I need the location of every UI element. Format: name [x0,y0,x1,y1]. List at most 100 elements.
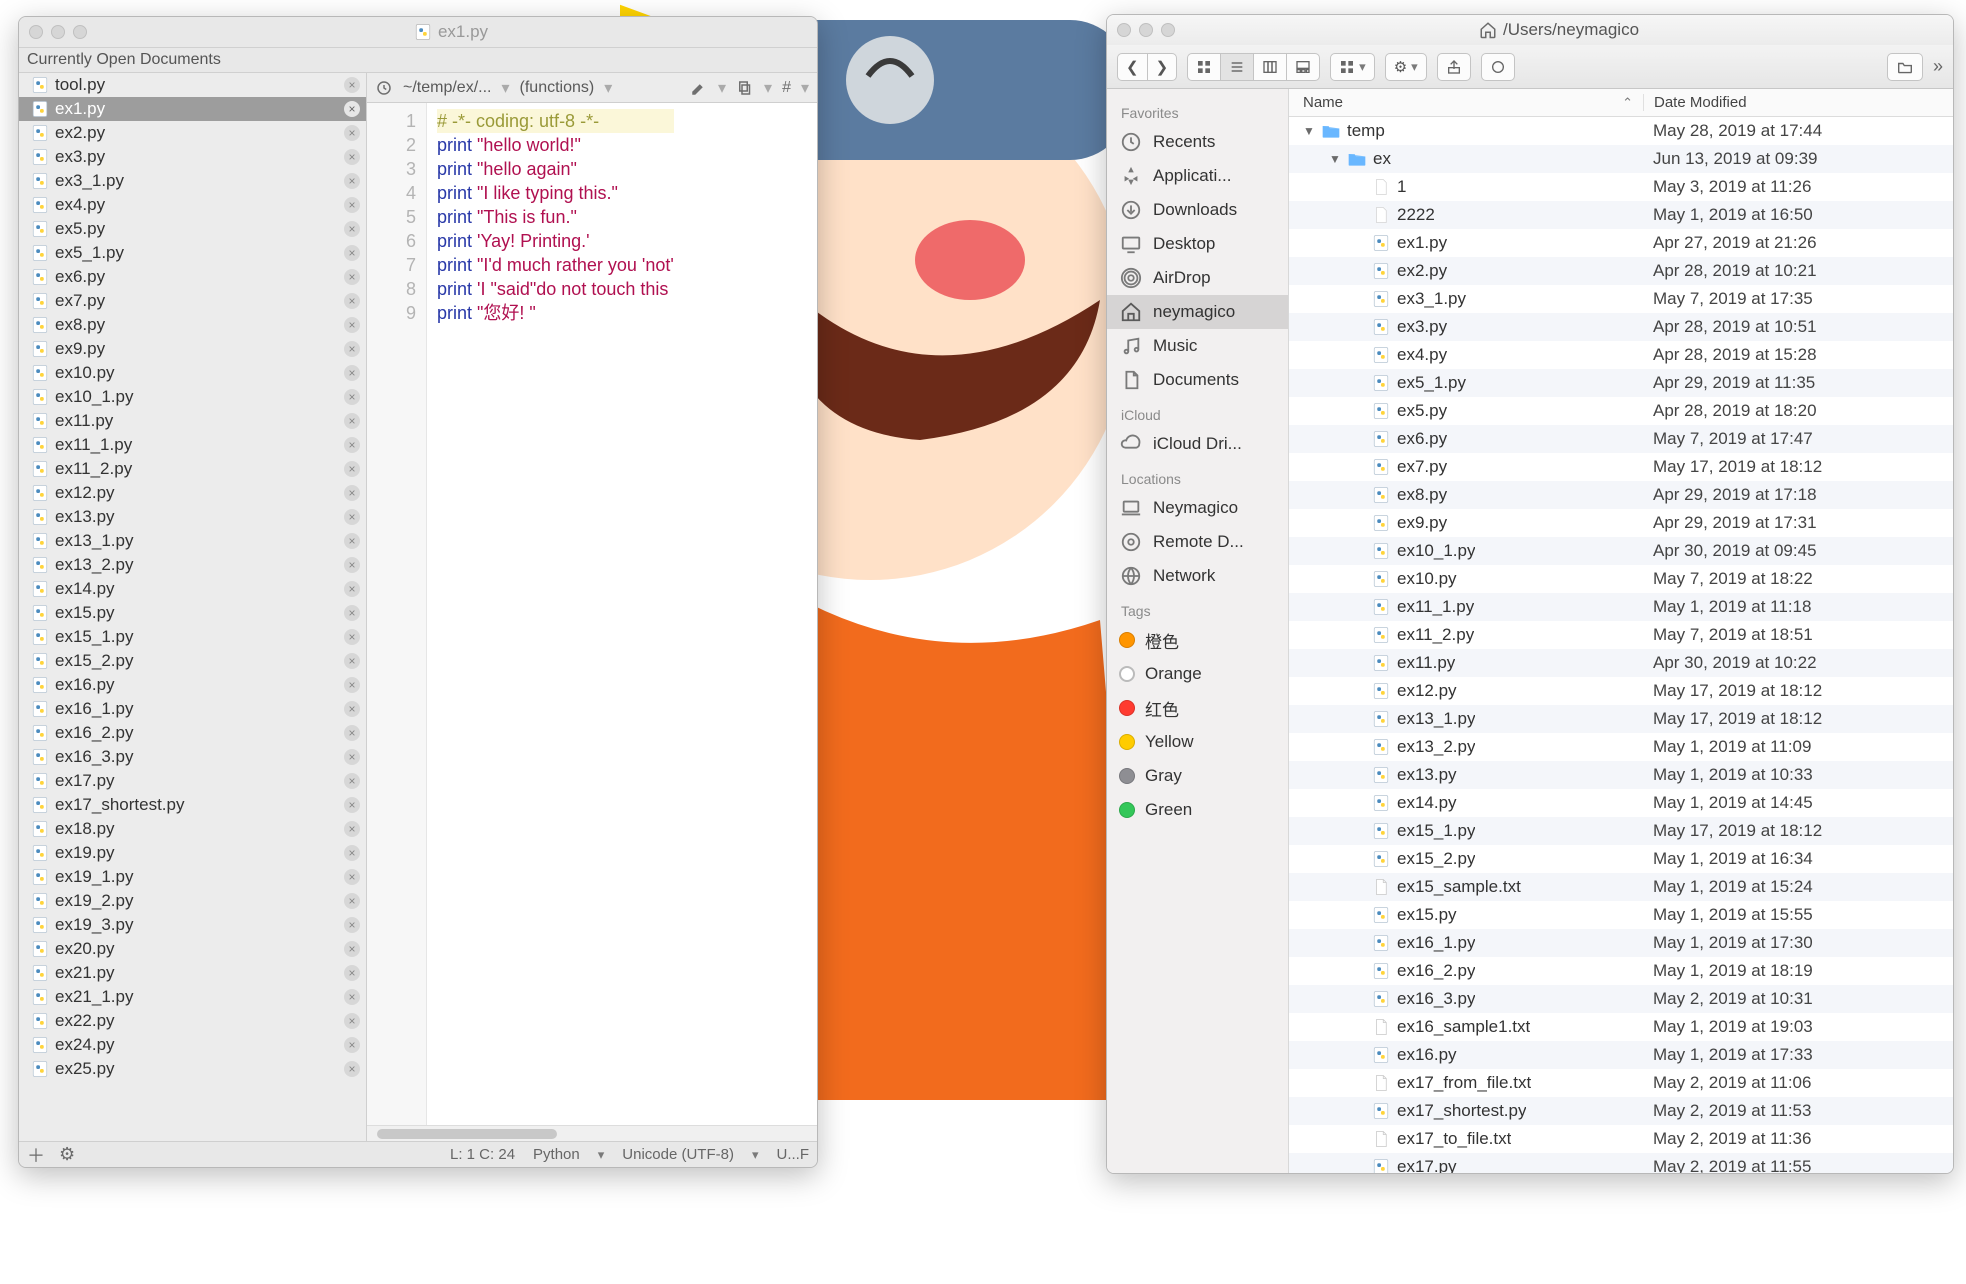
file-row[interactable]: ex13_1.pyMay 17, 2019 at 18:12 [1289,705,1953,733]
view-list-button[interactable] [1220,53,1253,81]
column-date[interactable]: Date Modified [1654,94,1747,111]
code-area[interactable]: 123456789 # -*- coding: utf-8 -*- print … [367,103,817,1125]
open-document-item[interactable]: ex22.py× [19,1009,366,1033]
close-icon[interactable]: × [344,533,360,549]
file-row[interactable]: ex16.pyMay 1, 2019 at 17:33 [1289,1041,1953,1069]
open-document-item[interactable]: ex4.py× [19,193,366,217]
view-icons-button[interactable] [1187,53,1220,81]
sidebar-item-neymagico[interactable]: Neymagico [1107,491,1288,525]
open-document-item[interactable]: ex18.py× [19,817,366,841]
close-icon[interactable]: × [344,269,360,285]
file-row[interactable]: ex15.pyMay 1, 2019 at 15:55 [1289,901,1953,929]
close-icon[interactable]: × [344,677,360,693]
file-row[interactable]: 1May 3, 2019 at 11:26 [1289,173,1953,201]
sidebar-item-applicati-[interactable]: Applicati... [1107,159,1288,193]
open-document-item[interactable]: ex16.py× [19,673,366,697]
tag-item[interactable]: 橙色 [1107,623,1288,657]
file-row[interactable]: ex5.pyApr 28, 2019 at 18:20 [1289,397,1953,425]
close-icon[interactable]: × [344,821,360,837]
open-document-item[interactable]: ex13_1.py× [19,529,366,553]
open-document-item[interactable]: ex14.py× [19,577,366,601]
file-row[interactable]: ex16_2.pyMay 1, 2019 at 18:19 [1289,957,1953,985]
sidebar-item-music[interactable]: Music [1107,329,1288,363]
open-document-item[interactable]: ex13.py× [19,505,366,529]
close-icon[interactable]: × [344,749,360,765]
file-row[interactable]: ex3_1.pyMay 7, 2019 at 17:35 [1289,285,1953,313]
close-icon[interactable]: × [344,197,360,213]
sidebar-item-remote-d-[interactable]: Remote D... [1107,525,1288,559]
tag-item[interactable]: Green [1107,793,1288,827]
close-icon[interactable]: × [344,389,360,405]
open-document-item[interactable]: ex1.py× [19,97,366,121]
sidebar-item-desktop[interactable]: Desktop [1107,227,1288,261]
list-header[interactable]: Name⌃ Date Modified [1289,89,1953,117]
open-document-item[interactable]: ex2.py× [19,121,366,145]
copy-icon[interactable] [736,79,754,97]
close-icon[interactable]: × [344,365,360,381]
breadcrumb[interactable]: ~/temp/ex/... [403,79,491,97]
overflow-button[interactable]: » [1933,56,1943,77]
traffic-lights[interactable] [29,25,87,39]
open-document-item[interactable]: ex6.py× [19,265,366,289]
close-icon[interactable]: × [344,149,360,165]
close-icon[interactable]: × [344,437,360,453]
code-content[interactable]: # -*- coding: utf-8 -*- print "hello wor… [427,103,684,1125]
horizontal-scrollbar[interactable] [367,1125,817,1141]
sidebar-item-neymagico[interactable]: neymagico [1107,295,1288,329]
open-document-item[interactable]: ex7.py× [19,289,366,313]
close-icon[interactable]: × [344,629,360,645]
file-row[interactable]: 2222May 1, 2019 at 16:50 [1289,201,1953,229]
open-document-item[interactable]: ex8.py× [19,313,366,337]
file-row[interactable]: ex13_2.pyMay 1, 2019 at 11:09 [1289,733,1953,761]
open-document-item[interactable]: ex17.py× [19,769,366,793]
open-document-item[interactable]: ex25.py× [19,1057,366,1081]
open-document-item[interactable]: ex15_2.py× [19,649,366,673]
open-document-item[interactable]: ex11_2.py× [19,457,366,481]
functions-dropdown[interactable]: (functions) [520,79,595,97]
open-document-item[interactable]: ex19_2.py× [19,889,366,913]
file-row[interactable]: ex16_1.pyMay 1, 2019 at 17:30 [1289,929,1953,957]
close-icon[interactable]: × [344,101,360,117]
file-row[interactable]: ex12.pyMay 17, 2019 at 18:12 [1289,677,1953,705]
file-row[interactable]: ex10_1.pyApr 30, 2019 at 09:45 [1289,537,1953,565]
tag-item[interactable]: Orange [1107,657,1288,691]
close-icon[interactable]: × [344,461,360,477]
open-documents-list[interactable]: tool.py×ex1.py×ex2.py×ex3.py×ex3_1.py×ex… [19,73,367,1141]
sidebar-item-icloud-dri-[interactable]: iCloud Dri... [1107,427,1288,461]
file-row[interactable]: ex11_2.pyMay 7, 2019 at 18:51 [1289,621,1953,649]
sidebar-item-downloads[interactable]: Downloads [1107,193,1288,227]
close-icon[interactable]: × [344,917,360,933]
file-row[interactable]: ex15_1.pyMay 17, 2019 at 18:12 [1289,817,1953,845]
open-document-item[interactable]: ex19_3.py× [19,913,366,937]
finder-sidebar[interactable]: FavoritesRecentsApplicati...DownloadsDes… [1107,89,1289,1173]
close-icon[interactable]: × [344,557,360,573]
open-document-item[interactable]: ex19_1.py× [19,865,366,889]
file-row[interactable]: ex8.pyApr 29, 2019 at 17:18 [1289,481,1953,509]
file-row[interactable]: ▼tempMay 28, 2019 at 17:44 [1289,117,1953,145]
disclosure-triangle-icon[interactable]: ▼ [1303,124,1315,138]
open-document-item[interactable]: ex10.py× [19,361,366,385]
file-row[interactable]: ex3.pyApr 28, 2019 at 10:51 [1289,313,1953,341]
sidebar-item-documents[interactable]: Documents [1107,363,1288,397]
file-row[interactable]: ex6.pyMay 7, 2019 at 17:47 [1289,425,1953,453]
open-document-item[interactable]: ex19.py× [19,841,366,865]
file-rows[interactable]: ▼tempMay 28, 2019 at 17:44▼exJun 13, 201… [1289,117,1953,1173]
open-document-item[interactable]: ex3_1.py× [19,169,366,193]
open-document-item[interactable]: ex21.py× [19,961,366,985]
close-icon[interactable]: × [344,293,360,309]
close-icon[interactable]: × [344,221,360,237]
file-row[interactable]: ex4.pyApr 28, 2019 at 15:28 [1289,341,1953,369]
file-row[interactable]: ex1.pyApr 27, 2019 at 21:26 [1289,229,1953,257]
settings-icon[interactable]: ⚙︎ [59,1144,75,1165]
open-document-item[interactable]: ex21_1.py× [19,985,366,1009]
share-button[interactable] [1437,53,1471,81]
close-icon[interactable]: × [344,797,360,813]
pencil-icon[interactable] [690,79,708,97]
editor-titlebar[interactable]: ex1.py [19,17,817,47]
history-icon[interactable] [375,79,393,97]
file-row[interactable]: ex16_sample1.txtMay 1, 2019 at 19:03 [1289,1013,1953,1041]
open-document-item[interactable]: tool.py× [19,73,366,97]
open-document-item[interactable]: ex15.py× [19,601,366,625]
line-ending[interactable]: U...F [777,1146,810,1163]
close-icon[interactable]: × [344,965,360,981]
